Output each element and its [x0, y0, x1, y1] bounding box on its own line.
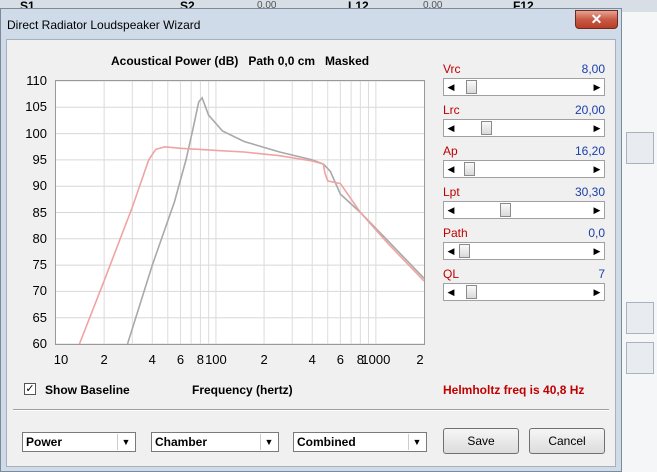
- window-title: Direct Radiator Loudspeaker Wizard: [7, 18, 201, 32]
- arrow-left-icon[interactable]: ◀: [444, 202, 458, 218]
- arrow-right-icon[interactable]: ▶: [590, 243, 604, 259]
- y-tick-label: 100: [25, 125, 47, 141]
- series-line-1: [78, 145, 425, 345]
- arrow-right-icon[interactable]: ▶: [590, 161, 604, 177]
- parameter-lpt: Lpt 30,30 ◀ ▶: [443, 185, 605, 225]
- slider-thumb[interactable]: [464, 162, 475, 176]
- x-tick-label: 2: [260, 352, 268, 367]
- slider-thumb[interactable]: [466, 80, 477, 94]
- arrow-left-icon[interactable]: ◀: [444, 161, 458, 177]
- separator: [13, 409, 609, 411]
- arrow-right-icon[interactable]: ▶: [590, 79, 604, 95]
- parameter-path: Path 0,0 ◀ ▶: [443, 226, 605, 266]
- parameter-slider[interactable]: ◀ ▶: [443, 78, 605, 96]
- y-tick-label: 110: [26, 73, 47, 88]
- arrow-left-icon[interactable]: ◀: [444, 120, 458, 136]
- arrow-right-icon[interactable]: ▶: [590, 284, 604, 300]
- parameter-vrc: Vrc 8,00 ◀ ▶: [443, 62, 605, 102]
- parameter-slider[interactable]: ◀ ▶: [443, 283, 605, 301]
- parameter-value: 8,00: [581, 62, 605, 76]
- mode-value: Combined: [297, 435, 356, 449]
- parameter-slider[interactable]: ◀ ▶: [443, 119, 605, 137]
- chevron-down-icon[interactable]: ▼: [408, 434, 425, 450]
- y-tick-label: 60: [32, 336, 47, 351]
- arrow-left-icon[interactable]: ◀: [444, 284, 458, 300]
- parameter-label: Path: [443, 226, 468, 240]
- response-type-dropdown[interactable]: Power ▼: [22, 432, 136, 452]
- cancel-button[interactable]: Cancel: [529, 428, 605, 454]
- y-tick-label: 70: [32, 283, 47, 299]
- parameter-value: 7: [598, 267, 605, 281]
- parameter-value: 20,00: [574, 103, 605, 117]
- chevron-down-icon[interactable]: ▼: [117, 434, 134, 450]
- response-type-value: Power: [26, 435, 63, 449]
- x-tick-label: 6: [336, 352, 344, 367]
- dialog-client-area: Acoustical Power (dB) Path 0,0 cm Masked…: [6, 39, 616, 467]
- parameter-label: Ap: [443, 144, 458, 158]
- x-tick-label: 10: [53, 352, 69, 367]
- y-tick-label: 85: [32, 204, 47, 220]
- parameter-slider[interactable]: ◀ ▶: [443, 242, 605, 260]
- background-right-panel: [621, 12, 657, 472]
- slider-thumb[interactable]: [500, 203, 511, 217]
- y-tick-label: 80: [32, 230, 47, 246]
- parameter-ql: QL 7 ◀ ▶: [443, 267, 605, 307]
- mode-dropdown[interactable]: Combined ▼: [293, 432, 427, 452]
- y-tick-label: 95: [32, 151, 47, 167]
- x-tick-label: 100: [205, 352, 227, 367]
- background-block: [626, 302, 654, 334]
- x-tick-label: 2: [100, 352, 108, 367]
- x-tick-label: 4: [148, 352, 156, 367]
- save-button[interactable]: Save: [443, 428, 519, 454]
- show-baseline-label: Show Baseline: [45, 383, 130, 397]
- wizard-dialog: Direct Radiator Loudspeaker Wizard ✕ Aco…: [0, 8, 622, 472]
- y-tick-label: 75: [32, 257, 47, 273]
- plot-area: [55, 80, 425, 345]
- chevron-down-icon[interactable]: ▼: [260, 434, 277, 450]
- slider-thumb[interactable]: [466, 285, 477, 299]
- slider-thumb[interactable]: [481, 121, 492, 135]
- parameter-ap: Ap 16,20 ◀ ▶: [443, 144, 605, 184]
- parameter-label: Vrc: [443, 62, 461, 76]
- slider-thumb[interactable]: [459, 244, 470, 258]
- parameter-value: 16,20: [574, 144, 605, 158]
- chart-title: Acoustical Power (dB) Path 0,0 cm Masked: [111, 54, 370, 68]
- x-tick-label: 4: [308, 352, 316, 367]
- parameter-lrc: Lrc 20,00 ◀ ▶: [443, 103, 605, 143]
- show-baseline-checkbox[interactable]: ✓: [24, 383, 36, 395]
- parameter-label: Lrc: [443, 103, 460, 117]
- background-block: [626, 342, 654, 374]
- parameter-label: Lpt: [443, 185, 460, 199]
- parameter-value: 0,0: [588, 226, 605, 240]
- helmholtz-frequency-text: Helmholtz freq is 40,8 Hz: [443, 383, 585, 397]
- y-tick-label: 65: [32, 309, 47, 325]
- parameter-label: QL: [443, 267, 460, 281]
- arrow-right-icon[interactable]: ▶: [590, 120, 604, 136]
- parameter-slider[interactable]: ◀ ▶: [443, 201, 605, 219]
- series-line-0: [126, 96, 425, 345]
- arrow-right-icon[interactable]: ▶: [590, 202, 604, 218]
- checkmark-icon: ✓: [25, 383, 35, 395]
- arrow-left-icon[interactable]: ◀: [444, 79, 458, 95]
- y-tick-label: 105: [25, 99, 47, 115]
- source-dropdown[interactable]: Chamber ▼: [151, 432, 279, 452]
- close-button[interactable]: ✕: [575, 10, 618, 29]
- parameter-value: 30,30: [574, 185, 605, 199]
- x-tick-label: 2: [416, 352, 424, 367]
- x-tick-label: 8: [196, 352, 205, 367]
- arrow-left-icon[interactable]: ◀: [444, 243, 458, 259]
- frequency-response-chart: [56, 80, 425, 345]
- title-bar[interactable]: Direct Radiator Loudspeaker Wizard ✕: [1, 9, 621, 37]
- source-value: Chamber: [155, 435, 208, 449]
- parameter-slider[interactable]: ◀ ▶: [443, 160, 605, 178]
- x-tick-label: 6: [176, 352, 185, 367]
- x-axis-title: Frequency (hertz): [192, 383, 293, 397]
- close-icon: ✕: [590, 11, 603, 27]
- x-tick-label: 1000: [361, 352, 391, 367]
- background-block: [626, 132, 654, 164]
- y-tick-label: 90: [32, 178, 47, 194]
